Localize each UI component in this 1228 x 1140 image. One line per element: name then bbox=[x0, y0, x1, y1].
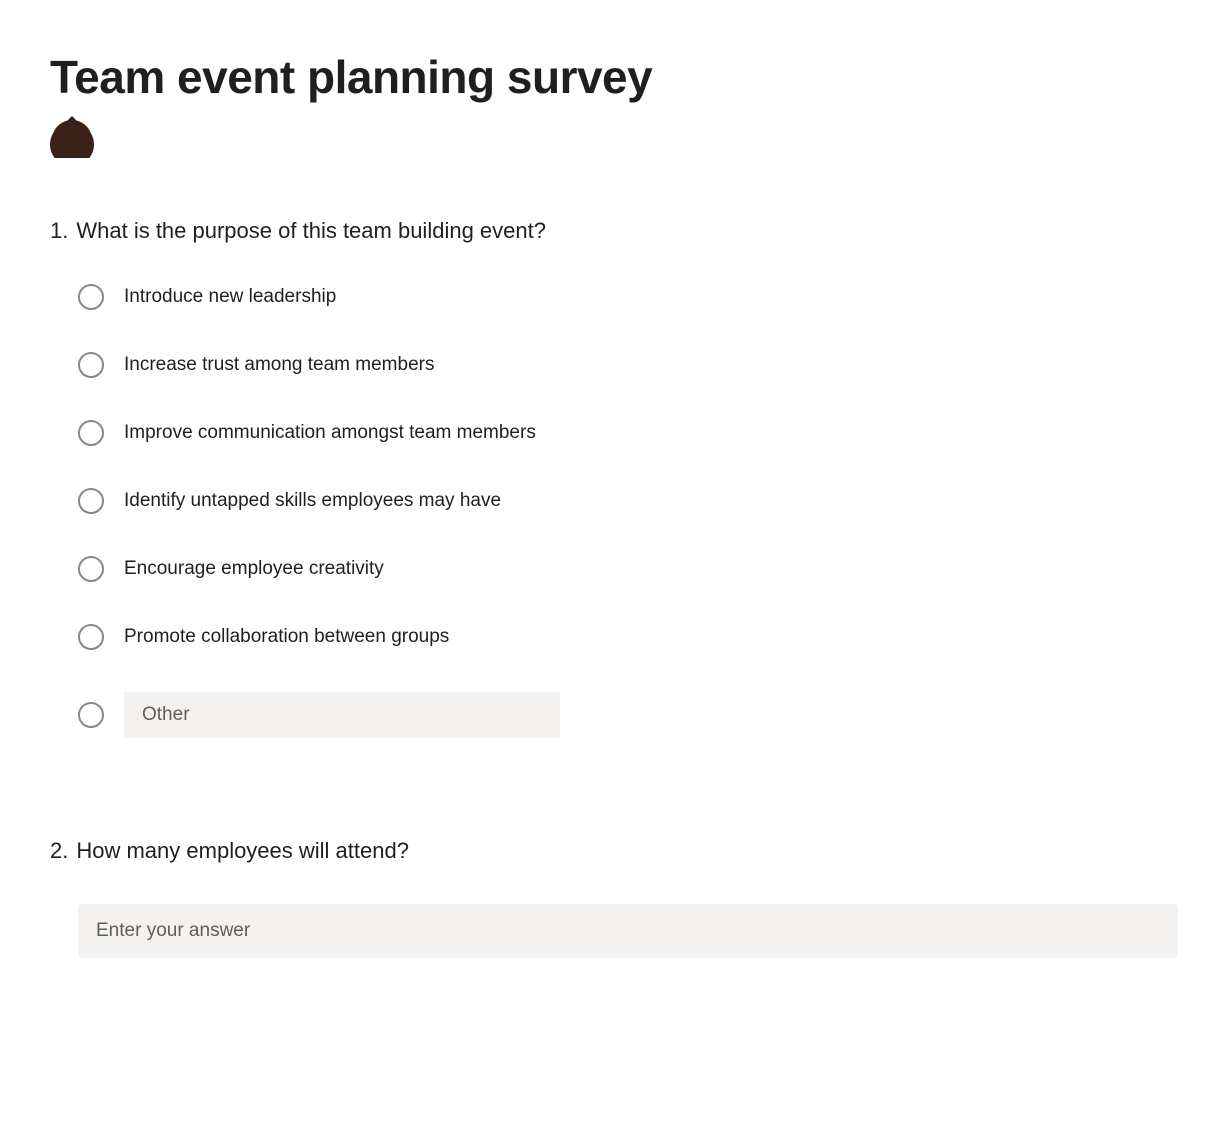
question-2: 2. How many employees will attend? bbox=[50, 838, 1178, 958]
radio-button[interactable] bbox=[78, 702, 104, 728]
option-label[interactable]: Identify untapped skills employees may h… bbox=[124, 490, 501, 512]
question-1-header: 1. What is the purpose of this team buil… bbox=[50, 218, 1178, 244]
option-row[interactable]: Encourage employee creativity bbox=[78, 556, 1178, 582]
radio-button[interactable] bbox=[78, 284, 104, 310]
question-1-options: Introduce new leadership Increase trust … bbox=[50, 284, 1178, 738]
option-row[interactable]: Improve communication amongst team membe… bbox=[78, 420, 1178, 446]
radio-button[interactable] bbox=[78, 352, 104, 378]
question-2-text: How many employees will attend? bbox=[76, 838, 1178, 864]
theme-droplet-icon bbox=[50, 114, 94, 158]
survey-title: Team event planning survey bbox=[50, 50, 1178, 104]
radio-button[interactable] bbox=[78, 624, 104, 650]
radio-button[interactable] bbox=[78, 488, 104, 514]
option-row[interactable]: Promote collaboration between groups bbox=[78, 624, 1178, 650]
option-row[interactable]: Introduce new leadership bbox=[78, 284, 1178, 310]
radio-button[interactable] bbox=[78, 420, 104, 446]
option-label[interactable]: Introduce new leadership bbox=[124, 286, 336, 308]
option-other-row[interactable] bbox=[78, 692, 1178, 738]
option-label[interactable]: Promote collaboration between groups bbox=[124, 626, 449, 648]
question-1: 1. What is the purpose of this team buil… bbox=[50, 218, 1178, 738]
answer-input[interactable] bbox=[78, 904, 1178, 958]
option-label[interactable]: Increase trust among team members bbox=[124, 354, 434, 376]
question-2-number: 2. bbox=[50, 838, 68, 864]
option-label[interactable]: Encourage employee creativity bbox=[124, 558, 384, 580]
radio-button[interactable] bbox=[78, 556, 104, 582]
option-row[interactable]: Increase trust among team members bbox=[78, 352, 1178, 378]
option-label[interactable]: Improve communication amongst team membe… bbox=[124, 422, 536, 444]
question-1-number: 1. bbox=[50, 218, 68, 244]
option-row[interactable]: Identify untapped skills employees may h… bbox=[78, 488, 1178, 514]
question-1-text: What is the purpose of this team buildin… bbox=[76, 218, 1178, 244]
question-2-header: 2. How many employees will attend? bbox=[50, 838, 1178, 864]
other-input[interactable] bbox=[124, 692, 560, 738]
